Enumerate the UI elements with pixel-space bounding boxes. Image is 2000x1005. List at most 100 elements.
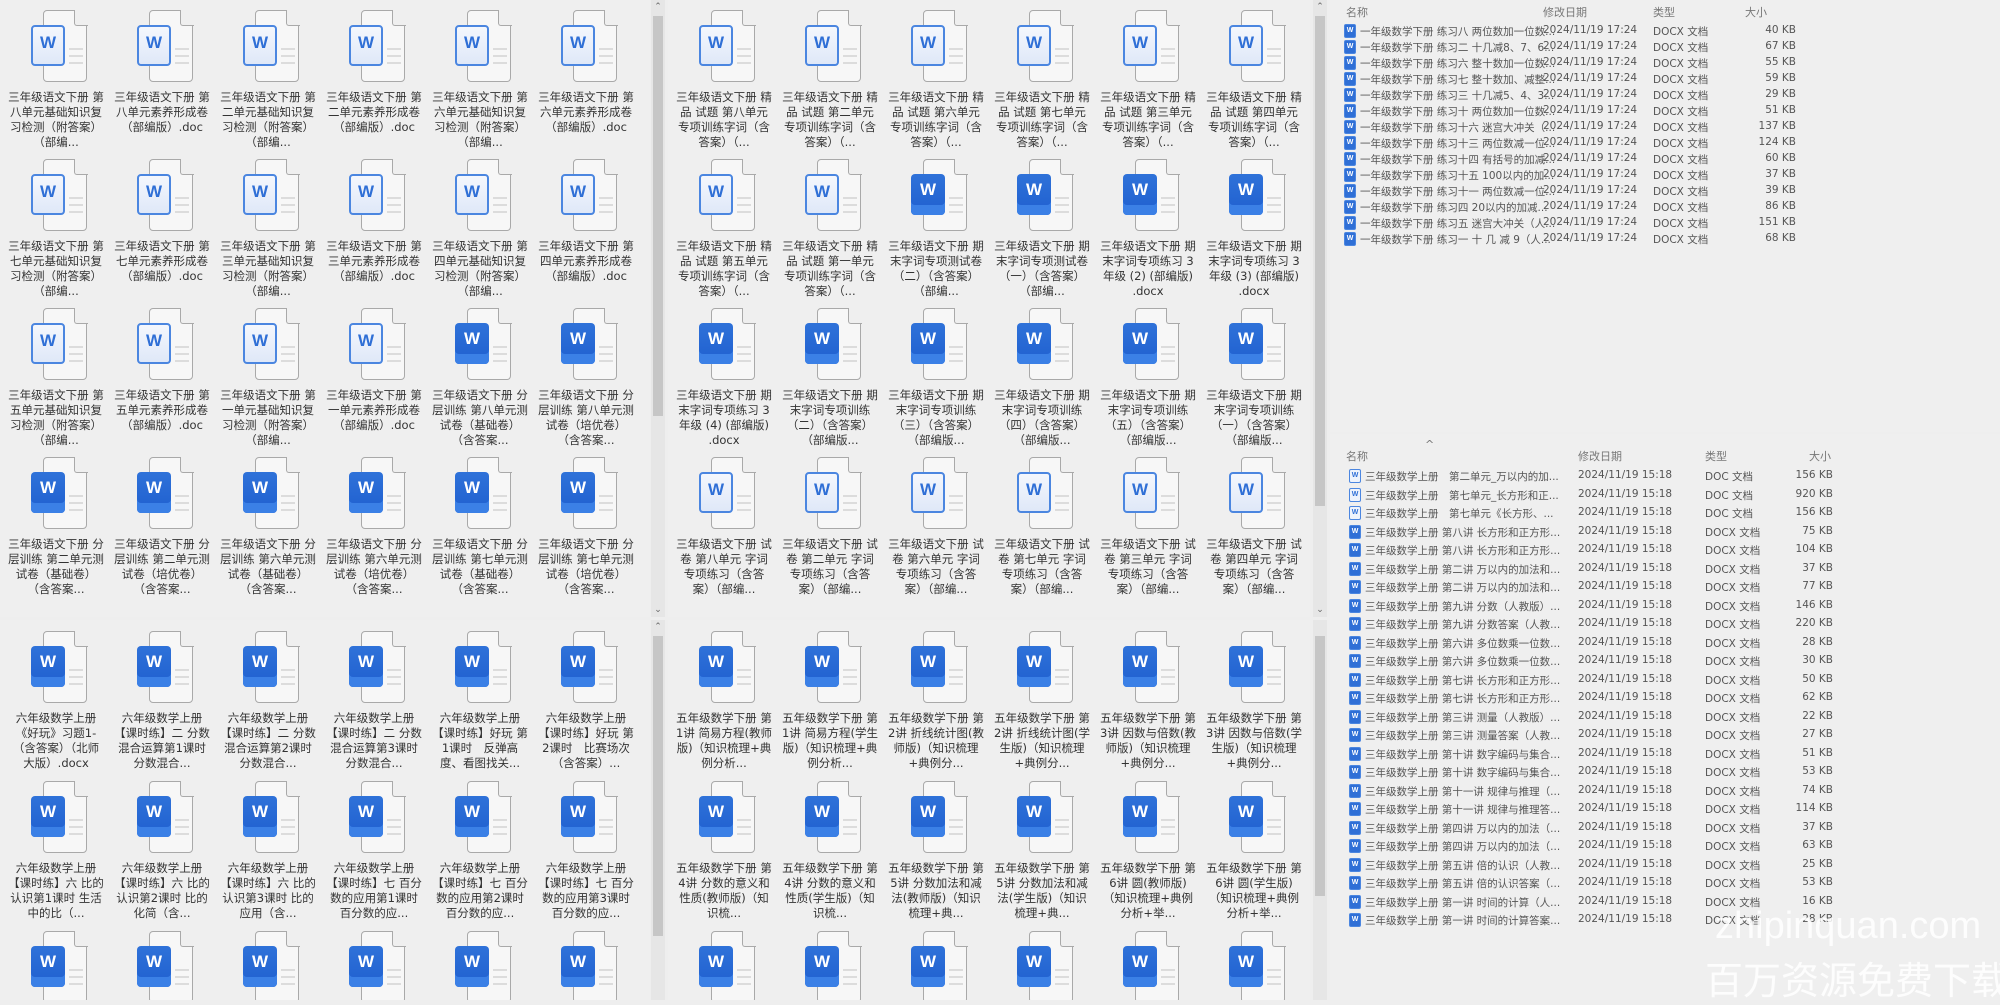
file-row[interactable]: W 三年级数学上册 第七讲 长方形和正方形... 2024/11/19 15:18 D… [1330, 672, 1930, 689]
file-tile[interactable]: W 六年级数学上册 【课时练】七 百分数的应用第2课时 百分数的应... [430, 781, 530, 921]
column-header-name[interactable]: 名称 [1346, 448, 1368, 464]
file-tile[interactable]: W 六年级数学上册 【课时练】二 分数混合运算第3课时 分数混合... [324, 631, 424, 771]
file-tile[interactable]: W 三年级语文下册 期末字词专项训练（一）（含答案）（部编版... [1204, 308, 1304, 448]
file-tile[interactable]: W 三年级语文下册 试卷 第八单元 字词专项练习（含答案）（部编... [674, 457, 774, 597]
file-row[interactable]: W 三年级数学上册 第九讲 分数答案（人教... 2024/11/19 15:18 D… [1330, 617, 1930, 633]
file-row[interactable]: W 一年级数学下册 练习六 整十数加一位数... 2024/11/19 17:24 D… [1330, 56, 1930, 72]
file-tile[interactable]: W 三年级语文下册 精品 试题 第八单元专项训练字词（含答案）（... [674, 10, 774, 150]
file-row[interactable]: W 三年级数学上册 第二讲 万以内的加法和... 2024/11/19 15:18 D… [1330, 561, 1930, 578]
column-header-size[interactable]: 大小 [1745, 4, 1767, 20]
file-row[interactable]: W 一年级数学下册 练习十三 两位数减一位... 2024/11/19 17:24 D… [1330, 136, 1930, 152]
scrollbar-middle-top[interactable]: ⌃ ⌄ [1313, 0, 1327, 617]
file-tile[interactable]: W 三年级语文下册 第六单元基础知识复习检测（附答案）（部编... [430, 10, 530, 150]
file-tile[interactable]: W 五年级数学下册 第3讲 因数与倍数(学生版)（知识梳理+典例分... [1204, 631, 1304, 771]
scrollbar-thumb[interactable] [1315, 16, 1325, 506]
file-tile[interactable]: W 三年级语文下册 分层训练 第七单元测试卷（基础卷）（含答案... [430, 457, 530, 597]
file-tile[interactable]: W 三年级语文下册 第四单元基础知识复习检测（附答案）（部编... [430, 159, 530, 299]
file-tile[interactable]: W [886, 931, 986, 1000]
file-tile[interactable]: W 三年级语文下册 试卷 第四单元 字词专项练习（含答案）（部编... [1204, 457, 1304, 597]
file-tile[interactable]: W 三年级语文下册 精品 试题 第六单元专项训练字词（含答案）（... [886, 10, 986, 150]
file-tile[interactable]: W 六年级数学上册 【课时练】好玩 第1课时 反弹高度、看图找关... [430, 631, 530, 771]
column-header-size[interactable]: 大小 [1809, 448, 1831, 464]
file-row[interactable]: W 三年级数学上册 第六讲 多位数乘一位数... 2024/11/19 15:18 D… [1330, 635, 1930, 652]
file-tile[interactable]: W 三年级语文下册 第五单元基础知识复习检测（附答案）（部编... [6, 308, 106, 448]
file-tile[interactable]: W 六年级数学上册 【课时练】六 比的认识第2课时 比的化简（含... [112, 781, 212, 921]
scroll-down-arrow-icon[interactable]: ⌄ [651, 605, 665, 615]
file-row[interactable]: W 三年级数学上册 第二单元_万以内的加... 2024/11/19 15:18 DO… [1330, 469, 1930, 485]
file-row[interactable]: W 一年级数学下册 练习四 20以内的加减... 2024/11/19 17:24 D… [1330, 200, 1930, 216]
file-tile[interactable]: W 五年级数学下册 第1讲 简易方程(教师版)（知识梳理+典例分析... [674, 631, 774, 771]
file-row[interactable]: W 三年级数学上册 第四讲 万以内的加法（... 2024/11/19 15:18 D… [1330, 839, 1930, 855]
file-tile[interactable]: W 三年级语文下册 期末字词专项训练（四）（含答案）（部编版... [992, 308, 1092, 448]
scrollbar-middle-bottom[interactable] [1313, 620, 1327, 1000]
file-row[interactable]: W 一年级数学下册 练习五 迷宫大冲关（人... 2024/11/19 17:24 D… [1330, 216, 1930, 232]
file-tile[interactable]: W 三年级语文下册 第二单元基础知识复习检测（附答案）（部编... [218, 10, 318, 150]
file-tile[interactable]: W 三年级语文下册 第一单元基础知识复习检测（附答案）（部编... [218, 308, 318, 448]
file-row[interactable]: W 三年级数学上册 第七单元《长方形、... 2024/11/19 15:18 DOC… [1330, 506, 1930, 522]
file-row[interactable]: W 三年级数学上册 第二讲 万以内的加法和... 2024/11/19 15:18 D… [1330, 580, 1930, 596]
file-tile[interactable]: W 三年级语文下册 试卷 第七单元 字词专项练习（含答案）（部编... [992, 457, 1092, 597]
file-tile[interactable]: W 三年级语文下册 期末字词专项测试卷（二）（含答案）（部编... [886, 159, 986, 299]
sort-arrow-icon[interactable]: ^ [1425, 0, 1434, 7]
file-tile[interactable]: W 三年级语文下册 第三单元素养形成卷（部编版）.doc [324, 159, 424, 299]
scroll-up-arrow-icon[interactable]: ⌃ [1313, 2, 1327, 12]
file-tile[interactable]: W 三年级语文下册 期末字词专项训练（三）（含答案）（部编版... [886, 308, 986, 448]
file-tile[interactable]: W 五年级数学下册 第5讲 分数加法和减法(学生版)（知识梳理+典... [992, 781, 1092, 921]
file-tile[interactable]: W 三年级语文下册 期末字词专项练习 3年级 (2) (部编版) .docx [1098, 159, 1198, 299]
file-tile[interactable]: W 六年级数学上册 【课时练】二 分数混合运算第2课时 分数混合... [218, 631, 318, 771]
file-tile[interactable]: W 五年级数学下册 第2讲 折线统计图(教师版)（知识梳理+典例分... [886, 631, 986, 771]
file-tile[interactable]: W [536, 931, 636, 1000]
file-tile[interactable]: W 三年级语文下册 第一单元素养形成卷（部编版）.doc [324, 308, 424, 448]
file-tile[interactable]: W 三年级语文下册 期末字词专项练习 3年级 (3) (部编版) .docx [1204, 159, 1304, 299]
file-row[interactable]: W 一年级数学下册 练习三 十几减5、4、3... 2024/11/19 17:24… [1330, 88, 1930, 104]
sort-arrow-icon[interactable]: ^ [1425, 438, 1434, 451]
file-tile[interactable]: W 六年级数学上册 【课时练】七 百分数的应用第1课时 百分数的应... [324, 781, 424, 921]
file-tile[interactable]: W 五年级数学下册 第4讲 分数的意义和性质(学生版)（知识梳... [780, 781, 880, 921]
file-tile[interactable]: W 三年级语文下册 精品 试题 第七单元专项训练字词（含答案）（... [992, 10, 1092, 150]
file-tile[interactable]: W 五年级数学下册 第3讲 因数与倍数(教师版)（知识梳理+典例分... [1098, 631, 1198, 771]
file-tile[interactable]: W 三年级语文下册 分层训练 第八单元测试卷（基础卷）（含答案... [430, 308, 530, 448]
file-row[interactable]: W 三年级数学上册 第五讲 倍的认识答案（... 2024/11/19 15:18 D… [1330, 876, 1930, 892]
file-tile[interactable]: W 三年级语文下册 精品 试题 第三单元专项训练字词（含答案）（... [1098, 10, 1198, 150]
scrollbar-thumb[interactable] [653, 16, 663, 416]
file-row[interactable]: W 一年级数学下册 练习七 整十数加、减整... 2024/11/19 17:24 D… [1330, 72, 1930, 88]
file-row[interactable]: W 一年级数学下册 练习十一 两位数减一位... 2024/11/19 17:24 D… [1330, 184, 1930, 200]
file-tile[interactable]: W 三年级语文下册 第七单元基础知识复习检测（附答案）（部编... [6, 159, 106, 299]
file-row[interactable]: W 三年级数学上册 第六讲 多位数乘一位数... 2024/11/19 15:18 D… [1330, 654, 1930, 670]
file-tile[interactable]: W 三年级语文下册 期末字词专项训练（五）（含答案）（部编版... [1098, 308, 1198, 448]
file-tile[interactable]: W [1098, 931, 1198, 1000]
scrollbar-thumb[interactable] [1315, 636, 1325, 896]
file-row[interactable]: W 三年级数学上册 第七单元_长方形和正... 2024/11/19 15:18 DO… [1330, 487, 1930, 504]
file-tile[interactable]: W 三年级语文下册 第五单元素养形成卷（部编版）.doc [112, 308, 212, 448]
file-row[interactable]: W 三年级数学上册 第三讲 测量（人教版）... 2024/11/19 15:18 D… [1330, 709, 1930, 726]
file-tile[interactable]: W 三年级语文下册 第七单元素养形成卷（部编版）.doc [112, 159, 212, 299]
file-row[interactable]: W 三年级数学上册 第十讲 数字编码与集合... 2024/11/19 15:18 D… [1330, 746, 1930, 763]
file-row[interactable]: W 一年级数学下册 练习十六 迷宫大冲关（... 2024/11/19 17:24 D… [1330, 120, 1930, 136]
file-row[interactable]: W 一年级数学下册 练习十 两位数加一位数... 2024/11/19 17:24 D… [1330, 104, 1930, 120]
file-tile[interactable]: W [112, 931, 212, 1000]
file-row[interactable]: W 三年级数学上册 第八讲 长方形和正方形... 2024/11/19 15:18 D… [1330, 524, 1930, 541]
file-tile[interactable]: W 三年级语文下册 第二单元素养形成卷（部编版）.doc [324, 10, 424, 150]
scroll-down-arrow-icon[interactable]: ⌄ [1313, 605, 1327, 615]
file-tile[interactable]: W [218, 931, 318, 1000]
column-header-date[interactable]: 修改日期 [1578, 448, 1622, 464]
file-tile[interactable]: W 三年级语文下册 试卷 第二单元 字词专项练习（含答案）（部编... [780, 457, 880, 597]
file-tile[interactable]: W 三年级语文下册 分层训练 第六单元测试卷（基础卷）（含答案... [218, 457, 318, 597]
file-tile[interactable]: W 五年级数学下册 第5讲 分数加法和减法(教师版)（知识梳理+典... [886, 781, 986, 921]
file-tile[interactable]: W 五年级数学下册 第6讲 圆(教师版)（知识梳理+典例分析+举... [1098, 781, 1198, 921]
column-header-date[interactable]: 修改日期 [1543, 4, 1587, 20]
file-tile[interactable]: W 三年级语文下册 精品 试题 第五单元专项训练字词（含答案）（... [674, 159, 774, 299]
file-tile[interactable]: W 三年级语文下册 分层训练 第二单元测试卷（培优卷）（含答案... [112, 457, 212, 597]
file-tile[interactable]: W [324, 931, 424, 1000]
file-tile[interactable]: W 三年级语文下册 试卷 第三单元 字词专项练习（含答案）（部编... [1098, 457, 1198, 597]
file-tile[interactable]: W 六年级数学上册 【课时练】六 比的认识第1课时 生活中的比（... [6, 781, 106, 921]
file-tile[interactable]: W [992, 931, 1092, 1000]
file-tile[interactable]: W 三年级语文下册 第三单元基础知识复习检测（附答案）（部编... [218, 159, 318, 299]
file-row[interactable]: W 三年级数学上册 第四讲 万以内的加法（... 2024/11/19 15:18 D… [1330, 820, 1930, 837]
file-tile[interactable]: W 三年级语文下册 试卷 第六单元 字词专项练习（含答案）（部编... [886, 457, 986, 597]
column-header-type[interactable]: 类型 [1653, 4, 1675, 20]
file-tile[interactable]: W 三年级语文下册 期末字词专项测试卷（一）（含答案）（部编... [992, 159, 1092, 299]
scroll-up-arrow-icon[interactable]: ⌃ [651, 2, 665, 12]
file-tile[interactable]: W 六年级数学上册《好玩》习题1-（含答案）（北师大版）.docx [6, 631, 106, 771]
file-tile[interactable]: W 三年级语文下册 分层训练 第八单元测试卷（培优卷）（含答案... [536, 308, 636, 448]
